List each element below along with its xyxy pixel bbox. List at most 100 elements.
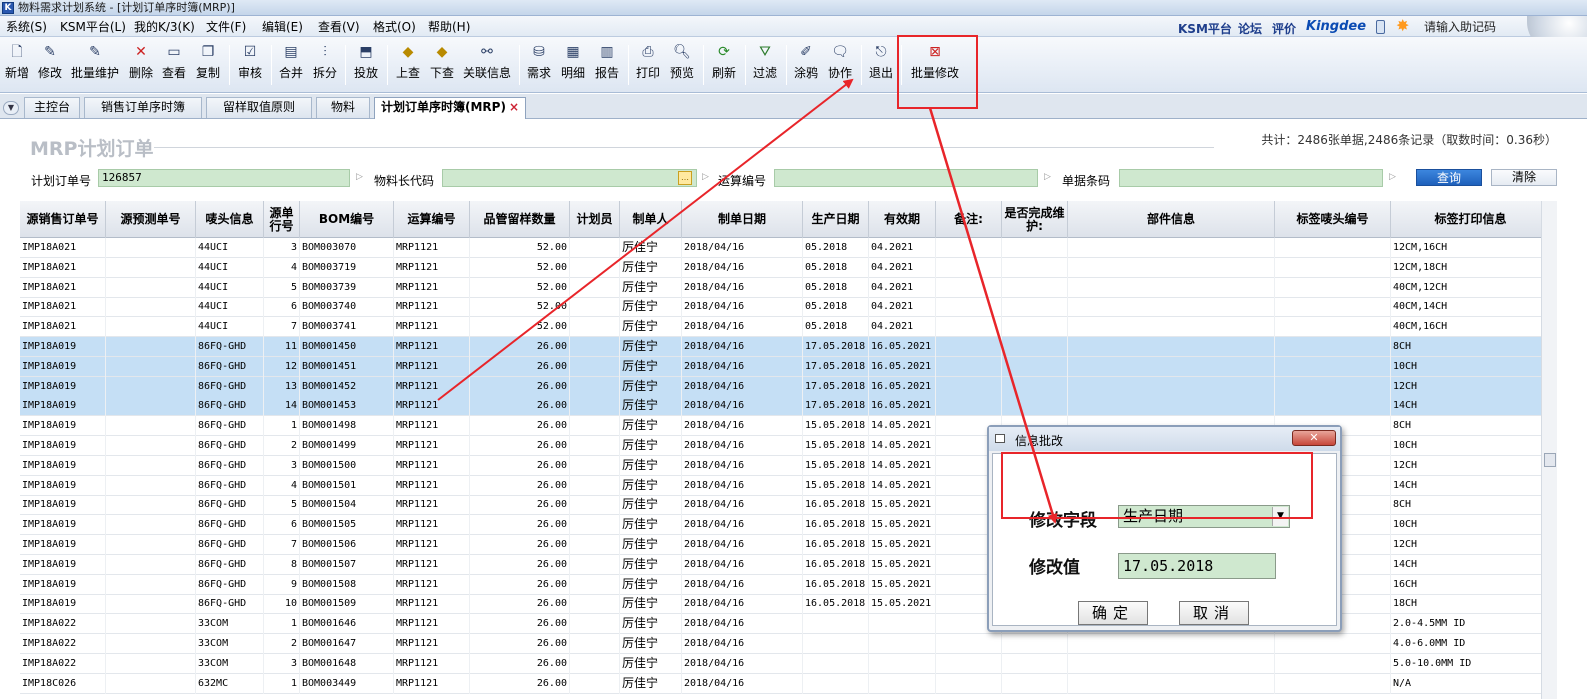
brand-forum-link[interactable]: 论坛 <box>1238 20 1262 37</box>
close-tab-icon[interactable]: × <box>509 100 519 114</box>
table-cell-part <box>1068 653 1275 674</box>
scrollbar-thumb[interactable] <box>1544 453 1556 467</box>
table-row[interactable]: IMP18A021 44UCI 6 BOM003740 MRP1121 52.00 厉佳宁 2… <box>20 297 1541 318</box>
menu-system[interactable]: 系统(S) <box>6 19 47 35</box>
view-button[interactable]: ▭ 查看 <box>159 39 189 89</box>
help-input[interactable]: 请输入助记码 <box>1424 18 1496 35</box>
tab-sales-orders[interactable]: 销售订单序时簿 <box>84 97 202 118</box>
column-header[interactable]: 源预测单号 <box>106 201 196 238</box>
table-row[interactable]: IMP18A019 86FQ-GHD 14 BOM001453 MRP1121 26.00… <box>20 396 1541 417</box>
tab-sample-rules[interactable]: 留样取值原则 <box>206 97 312 118</box>
column-header[interactable]: 计划员 <box>570 201 620 238</box>
column-header[interactable]: 是否完成维护: <box>1002 201 1068 238</box>
new-button[interactable]: 🗋 新增 <box>2 39 32 89</box>
column-header[interactable]: 源单行号 <box>264 201 300 238</box>
column-header[interactable]: BOM编号 <box>300 201 394 238</box>
table-cell-qty: 26.00 <box>470 594 570 615</box>
tab-material[interactable]: 物料 <box>316 97 370 118</box>
edit-button[interactable]: ✎ 修改 <box>35 39 65 89</box>
table-cell-note <box>936 238 1002 258</box>
brand-ksm-link[interactable]: KSM平台 <box>1178 20 1232 37</box>
table-cell-mark: 44UCI <box>196 317 264 338</box>
column-header[interactable]: 唛头信息 <box>196 201 264 238</box>
filter-button[interactable]: ⛛ 过滤 <box>750 39 780 89</box>
merge-button[interactable]: ▤ 合并 <box>276 39 306 89</box>
ok-button[interactable]: 确定 <box>1078 601 1148 625</box>
menu-view[interactable]: 查看(V) <box>318 19 360 35</box>
column-header[interactable]: 品管留样数量 <box>470 201 570 238</box>
table-row[interactable]: IMP18A021 44UCI 5 BOM003739 MRP1121 52.00 厉佳宁 2… <box>20 277 1541 298</box>
clear-button[interactable]: 清除 <box>1491 169 1557 186</box>
preview-button[interactable]: 🔍︎ 预览 <box>667 39 697 89</box>
tab-plan-orders-mrp[interactable]: 计划订单序时簿(MRP) × <box>374 97 526 119</box>
table-row[interactable]: IMP18A022 33COM 2 BOM001647 MRP1121 26.00 厉佳宁 2… <box>20 634 1541 654</box>
report-button[interactable]: ▥ 报告 <box>592 39 622 89</box>
table-row[interactable]: IMP18A019 86FQ-GHD 11 BOM001450 MRP1121 26.00… <box>20 337 1541 357</box>
title-bar: K 物料需求计划系统 - [计划订单序时簿(MRP)] <box>0 0 1587 16</box>
menu-file[interactable]: 文件(F) <box>206 19 246 35</box>
table-row[interactable]: IMP18A021 44UCI 3 BOM003070 MRP1121 52.00 厉佳宁 2… <box>20 238 1541 258</box>
print-button[interactable]: ⎙ 打印 <box>633 39 663 89</box>
column-header[interactable]: 部件信息 <box>1068 201 1275 238</box>
column-header[interactable]: 制单日期 <box>682 201 803 238</box>
edit-icon: ✎ <box>44 44 56 60</box>
table-row[interactable]: IMP18A021 44UCI 7 BOM003741 MRP1121 52.00 厉佳宁 2… <box>20 317 1541 338</box>
table-cell-exp: 14.05.2021 <box>869 475 936 496</box>
table-cell-so: IMP18C026 <box>20 673 106 694</box>
menu-ksm[interactable]: KSM平台(L) <box>60 19 126 35</box>
table-cell-pdate: 16.05.2018 <box>803 574 869 595</box>
tab-console[interactable]: 主控台 <box>24 97 80 118</box>
refresh-button[interactable]: ⟳ 刷新 <box>709 39 739 89</box>
menu-help[interactable]: 帮助(H) <box>428 19 470 35</box>
trace-up-button[interactable]: ◆ 上查 <box>393 39 423 89</box>
table-row[interactable]: IMP18C026 632MC 1 BOM003449 MRP1121 26.00 厉佳宁 2… <box>20 673 1541 694</box>
column-header[interactable]: 标签打印信息 <box>1391 201 1541 238</box>
column-header[interactable]: 运算编号 <box>394 201 470 238</box>
modify-value-input[interactable]: 17.05.2018 <box>1118 553 1276 579</box>
trace-down-button[interactable]: ◆ 下查 <box>427 39 457 89</box>
column-header[interactable]: 生产日期 <box>803 201 869 238</box>
table-cell-cdate: 2018/04/16 <box>682 317 803 338</box>
table-cell-fc <box>106 376 196 397</box>
detail-button[interactable]: ▦ 明细 <box>558 39 588 89</box>
demand-button[interactable]: ⛁ 需求 <box>524 39 554 89</box>
collaborate-button[interactable]: 🗨︎ 协作 <box>825 39 855 89</box>
cancel-button[interactable]: 取消 <box>1179 601 1249 625</box>
delete-button[interactable]: ✕ 删除 <box>126 39 156 89</box>
calc-number-input[interactable] <box>774 169 1038 187</box>
column-header[interactable]: 制单人 <box>620 201 682 238</box>
table-cell-done <box>1002 238 1068 258</box>
release-button[interactable]: ⬒ 投放 <box>351 39 381 89</box>
brand-review-link[interactable]: 评价 <box>1272 20 1296 37</box>
menu-format[interactable]: 格式(O) <box>373 19 416 35</box>
close-button[interactable]: ✕ <box>1292 430 1336 446</box>
table-cell-qty: 52.00 <box>470 277 570 298</box>
phone-icon[interactable] <box>1376 20 1385 34</box>
column-header[interactable]: 备注: <box>936 201 1002 238</box>
exit-button[interactable]: ⎋ 退出 <box>866 39 896 89</box>
star-icon[interactable]: ✸ <box>1396 18 1409 34</box>
menu-edit[interactable]: 编辑(E) <box>262 19 303 35</box>
menu-myk3[interactable]: 我的K/3(K) <box>134 19 195 35</box>
chevron-down-icon[interactable]: ▼ <box>3 101 19 115</box>
link-info-button[interactable]: ⚯ 关联信息 <box>461 39 513 89</box>
table-row[interactable]: IMP18A019 86FQ-GHD 12 BOM001451 MRP1121 26.00… <box>20 356 1541 377</box>
scribble-button[interactable]: ✐ 涂鸦 <box>791 39 821 89</box>
query-button[interactable]: 查询 <box>1416 169 1482 186</box>
barcode-input[interactable] <box>1119 169 1383 187</box>
column-header[interactable]: 有效期 <box>869 201 936 238</box>
material-code-input[interactable] <box>442 169 697 187</box>
lookup-icon[interactable]: … <box>678 171 692 185</box>
split-button[interactable]: ⫶ 拆分 <box>310 39 340 89</box>
audit-button[interactable]: ☑ 审核 <box>235 39 265 89</box>
vertical-scrollbar[interactable] <box>1541 201 1557 699</box>
table-cell-tag: 12CH <box>1391 377 1541 397</box>
column-header[interactable]: 源销售订单号 <box>20 201 106 238</box>
plan-order-input[interactable]: 126857 <box>98 169 350 187</box>
batch-maintain-button[interactable]: ✎ 批量维护 <box>69 39 121 89</box>
table-row[interactable]: IMP18A019 86FQ-GHD 13 BOM001452 MRP1121 26.00… <box>20 376 1541 397</box>
column-header[interactable]: 标签唛头编号 <box>1275 201 1391 238</box>
copy-button[interactable]: ❐ 复制 <box>193 39 223 89</box>
table-row[interactable]: IMP18A021 44UCI 4 BOM003719 MRP1121 52.00 厉佳宁 2… <box>20 257 1541 278</box>
table-row[interactable]: IMP18A022 33COM 3 BOM001648 MRP1121 26.00 厉佳宁 2… <box>20 653 1541 674</box>
